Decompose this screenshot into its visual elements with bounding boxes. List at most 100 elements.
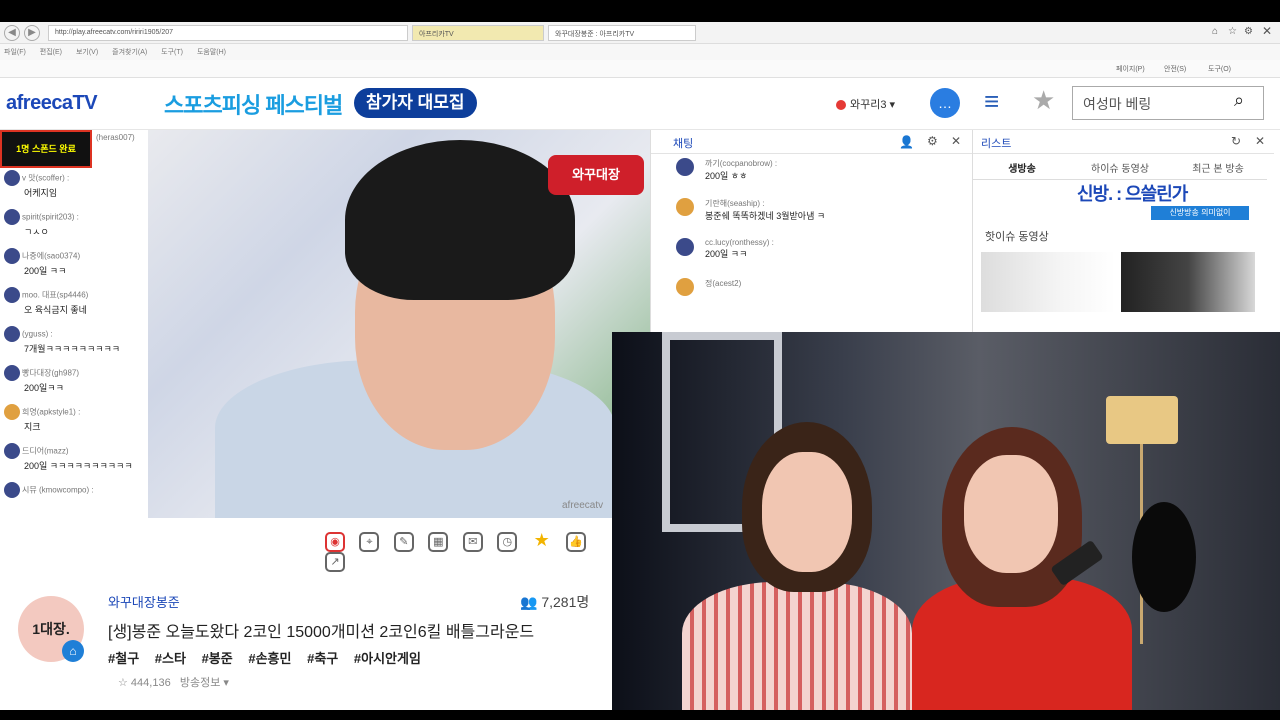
forward-button[interactable]: ▶: [24, 25, 40, 41]
video-thumbnail[interactable]: [1121, 252, 1255, 312]
chat-username: (yguss) :: [22, 329, 53, 339]
webcam-overlay: [612, 332, 1280, 710]
thumbnail-row: [981, 252, 1257, 322]
history-icon[interactable]: ◷: [497, 532, 518, 552]
user-status-dot: [836, 100, 846, 111]
user-avatar-icon: [4, 365, 20, 381]
chat-message: 200일 ㅋㅋㅋㅋㅋㅋㅋㅋㅋㅋ: [24, 461, 133, 471]
chat-item: 희영(apkstyle1) : 지크: [0, 402, 148, 441]
tag[interactable]: #스타: [155, 651, 186, 666]
chat-username: moo. 대표(sp4446): [22, 290, 89, 300]
like-count: 444,136: [130, 677, 171, 689]
streamer-video: [215, 140, 615, 518]
chat-username: cc.lucy(ronthessy) :: [705, 238, 774, 247]
chat-item: v 맛(scoffer) : 어케지임: [0, 168, 148, 207]
banner-text[interactable]: 스포츠피싱 페스티벌: [164, 88, 343, 120]
home-icon[interactable]: ⌂: [62, 640, 84, 662]
record-icon[interactable]: ◉: [325, 532, 345, 552]
note-icon[interactable]: ✎: [393, 532, 414, 552]
afreecatv-logo[interactable]: afreecaTV: [6, 92, 98, 115]
player-toolbar: ◉ ⌖ ✎ ▦ ✉ ◷ ★ 👍 ↗: [320, 531, 620, 572]
menu-tools[interactable]: 도구(T): [161, 49, 183, 56]
user-avatar-icon: [4, 287, 20, 303]
cmd-safety[interactable]: 안전(S): [1164, 64, 1186, 74]
stats-row: ☆ 444,136 방송정보 ▾: [118, 677, 229, 689]
chat-message: 봉준쉐 똑똑하겠네 3월받아냄 ㅋ: [705, 211, 826, 221]
person-left: [682, 422, 912, 710]
broadcast-info: 1대장. ⌂ 와꾸대장봉준 👥 7,281명 [생]봉준 오늘도왔다 2코인 1…: [0, 578, 612, 710]
video-thumbnail[interactable]: [981, 252, 1115, 312]
cmd-page[interactable]: 페이지(P): [1116, 64, 1145, 74]
tab-wakku[interactable]: 와꾸대장봉준 : 아프리카TV: [548, 25, 696, 41]
user-avatar-icon: [676, 238, 694, 256]
chat-close-icon[interactable]: ✕: [951, 134, 961, 148]
chat-username: v 맛(scoffer) :: [22, 173, 70, 183]
menu-icon[interactable]: ≡: [984, 88, 999, 114]
tab-recent[interactable]: 최근 본 방송: [1169, 156, 1267, 180]
chat-message: ㄱㅅㅇ: [24, 227, 49, 237]
chat-message: 200일ㅋㅋ: [24, 383, 64, 393]
chat-username: 희영(apkstyle1) :: [22, 407, 81, 417]
tag[interactable]: #축구: [307, 651, 338, 666]
user-avatar-icon: [4, 209, 20, 225]
tab-live[interactable]: 생방송: [973, 156, 1071, 180]
banner-button[interactable]: 참가자 대모집: [354, 88, 477, 118]
cmd-tools[interactable]: 도구(O): [1208, 64, 1231, 74]
chat-settings-icon[interactable]: ⚙: [927, 134, 938, 148]
chat-username: 정(acest2): [705, 279, 742, 288]
chat-username: 까기(cocpanobrow) :: [705, 159, 778, 168]
list-close-icon[interactable]: ✕: [1255, 134, 1265, 148]
favorite-star-icon[interactable]: ★: [532, 531, 552, 552]
layout-icon[interactable]: ▦: [428, 532, 449, 552]
search-icon[interactable]: ⌕: [1234, 90, 1244, 111]
microphone: [1132, 502, 1196, 612]
user-avatar-icon: [676, 158, 694, 176]
bj-name[interactable]: 와꾸대장봉준: [108, 592, 180, 611]
chat-message: 어케지임: [24, 188, 58, 198]
screen: ◀ ▶ http://play.afreecatv.com/ririri1905…: [0, 0, 1280, 720]
menu-help[interactable]: 도움말(H): [197, 49, 226, 56]
user-list-icon[interactable]: 👤: [899, 135, 914, 149]
menu-file[interactable]: 파일(F): [4, 49, 26, 56]
gift-icon[interactable]: ✉: [462, 532, 483, 552]
star-icon[interactable]: ★: [1032, 86, 1055, 114]
close-icon[interactable]: ✕: [1262, 24, 1272, 38]
back-button[interactable]: ◀: [4, 25, 20, 41]
promo-banner[interactable]: 신방. : 으쓸린가: [1077, 180, 1188, 206]
menu-edit[interactable]: 편집(E): [40, 49, 62, 56]
url-field[interactable]: http://play.afreecatv.com/ririri1905/207: [48, 25, 408, 41]
menu-bar: 파일(F) 편집(E) 보기(V) 즐겨찾기(A) 도구(T) 도움말(H): [0, 44, 1280, 60]
chat-item: 까기(cocpanobrow) : 200일 ㅎㅎ: [651, 154, 972, 194]
refresh-icon[interactable]: ↻: [1231, 134, 1241, 148]
location-icon[interactable]: ⌖: [359, 532, 380, 552]
tab-afreecatv[interactable]: 아프리카TV: [412, 25, 544, 41]
login-button[interactable]: 와꾸리3 ▾: [836, 96, 895, 112]
tag[interactable]: #봉준: [202, 651, 233, 666]
tab-hot-videos[interactable]: 하이슈 동영상: [1071, 156, 1169, 180]
chat-message: 200일 ㅋㅋ: [705, 249, 748, 259]
home-icon[interactable]: ⌂: [1212, 26, 1218, 37]
sponsor-sign: 1명 스폰드 완료: [0, 130, 92, 168]
tag[interactable]: #철구: [108, 651, 139, 666]
promo-subtitle: 신방방송 의미없이: [1151, 206, 1249, 220]
menu-view[interactable]: 보기(V): [76, 49, 98, 56]
chat-message: 7개월ㅋㅋㅋㅋㅋㅋㅋㅋㅋ: [24, 344, 121, 354]
chat-item: (heras007): [92, 130, 148, 144]
list-panel-title: 리스트: [973, 130, 1274, 154]
settings-icon[interactable]: ⚙: [1244, 26, 1253, 37]
menu-favorites[interactable]: 즐겨찾기(A): [112, 49, 147, 56]
chat-item: spirit(spirit203) : ㄱㅅㅇ: [0, 207, 148, 246]
tag[interactable]: #손흥민: [248, 651, 291, 666]
share-icon[interactable]: ↗: [325, 552, 345, 572]
like-icon[interactable]: 👍: [566, 532, 587, 552]
chat-message: 200일 ㅋㅋ: [24, 266, 67, 276]
favorites-icon[interactable]: ☆: [1228, 26, 1237, 37]
chat-bubble-icon[interactable]: …: [930, 88, 960, 118]
chat-username: 빵다대장(gh987): [22, 368, 80, 378]
chat-item: 빵다대장(gh987) 200일ㅋㅋ: [0, 363, 148, 402]
broadcast-info-button[interactable]: 방송정보: [180, 677, 220, 689]
chat-message: 200일 ㅎㅎ: [705, 171, 748, 181]
viewer-count-label: 7,281명: [541, 594, 590, 610]
chat-username: spirit(spirit203) :: [22, 212, 79, 222]
tag[interactable]: #아시안게임: [354, 651, 421, 666]
